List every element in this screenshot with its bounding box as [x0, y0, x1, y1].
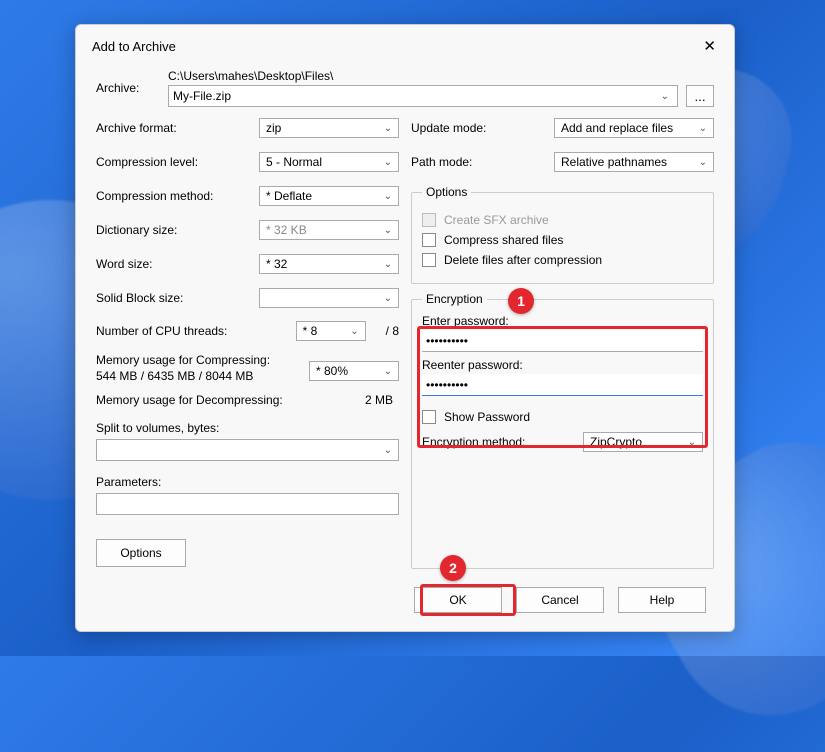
enter-password-input[interactable] — [422, 330, 703, 352]
enc-method-label: Encryption method: — [422, 435, 583, 449]
dict-label: Dictionary size: — [96, 223, 259, 237]
memc-values: 544 MB / 6435 MB / 8044 MB — [96, 369, 309, 383]
method-label: Compression method: — [96, 189, 259, 203]
memc-label: Memory usage for Compressing: — [96, 353, 309, 367]
sfx-checkbox — [422, 213, 436, 227]
show-password-row[interactable]: Show Password — [422, 410, 703, 424]
show-password-label: Show Password — [444, 410, 530, 424]
archive-path: C:\Users\mahes\Desktop\Files\ — [168, 69, 714, 83]
close-icon[interactable]: ✕ — [697, 35, 722, 57]
dialog-title: Add to Archive — [92, 39, 176, 54]
options-button[interactable]: Options — [96, 539, 186, 567]
chevron-down-icon[interactable]: ⌄ — [380, 366, 396, 377]
cpu-label: Number of CPU threads: — [96, 324, 296, 338]
delete-row[interactable]: Delete files after compression — [422, 253, 703, 267]
callout-2: 2 — [440, 555, 466, 581]
archive-label: Archive: — [96, 81, 156, 95]
chevron-down-icon[interactable]: ⌄ — [695, 123, 711, 134]
pathmode-select[interactable]: Relative pathnames⌄ — [554, 152, 714, 172]
cancel-button[interactable]: Cancel — [516, 587, 604, 613]
reenter-password-input[interactable] — [422, 374, 703, 396]
delete-checkbox[interactable] — [422, 253, 436, 267]
params-input[interactable] — [96, 493, 399, 515]
params-label: Parameters: — [96, 475, 399, 489]
archive-filename-combo[interactable]: ⌄ — [168, 85, 678, 107]
format-label: Archive format: — [96, 121, 259, 135]
split-select[interactable]: ⌄ — [96, 439, 399, 461]
block-label: Solid Block size: — [96, 291, 259, 305]
enter-password-label: Enter password: — [422, 314, 703, 328]
chevron-down-icon[interactable]: ⌄ — [380, 293, 396, 304]
level-select[interactable]: 5 - Normal⌄ — [259, 152, 399, 172]
pathmode-label: Path mode: — [411, 155, 554, 169]
sfx-row: Create SFX archive — [422, 213, 703, 227]
split-label: Split to volumes, bytes: — [96, 421, 399, 435]
options-legend: Options — [422, 185, 471, 199]
callout-1: 1 — [508, 288, 534, 314]
chevron-down-icon[interactable]: ⌄ — [380, 225, 396, 236]
memc-select[interactable]: * 80%⌄ — [309, 361, 399, 381]
archive-filename-input[interactable] — [173, 89, 657, 103]
chevron-down-icon[interactable]: ⌄ — [684, 437, 700, 448]
memd-label: Memory usage for Decompressing: — [96, 393, 365, 407]
chevron-down-icon[interactable]: ⌄ — [380, 259, 396, 270]
browse-button[interactable]: ... — [686, 85, 714, 107]
format-select[interactable]: zip⌄ — [259, 118, 399, 138]
shared-row[interactable]: Compress shared files — [422, 233, 703, 247]
chevron-down-icon[interactable]: ⌄ — [657, 91, 673, 102]
cpu-select[interactable]: * 8⌄ — [296, 321, 366, 341]
button-row: 2 OK Cancel Help — [96, 587, 714, 613]
options-group: Options Create SFX archive Compress shar… — [411, 185, 714, 284]
word-select[interactable]: * 32⌄ — [259, 254, 399, 274]
encryption-group: Encryption 1 Enter password: Reenter pas… — [411, 292, 714, 569]
chevron-down-icon[interactable]: ⌄ — [380, 445, 396, 456]
show-password-checkbox[interactable] — [422, 410, 436, 424]
chevron-down-icon[interactable]: ⌄ — [380, 191, 396, 202]
reenter-password-label: Reenter password: — [422, 358, 703, 372]
titlebar: Add to Archive ✕ — [88, 33, 722, 63]
cpu-total: / 8 — [386, 324, 399, 338]
update-select[interactable]: Add and replace files⌄ — [554, 118, 714, 138]
method-select[interactable]: * Deflate⌄ — [259, 186, 399, 206]
shared-checkbox[interactable] — [422, 233, 436, 247]
shared-label: Compress shared files — [444, 233, 563, 247]
chevron-down-icon[interactable]: ⌄ — [380, 157, 396, 168]
block-select[interactable]: ⌄ — [259, 288, 399, 308]
sfx-label: Create SFX archive — [444, 213, 549, 227]
chevron-down-icon[interactable]: ⌄ — [346, 326, 362, 337]
memd-value: 2 MB — [365, 393, 393, 407]
help-button[interactable]: Help — [618, 587, 706, 613]
dict-select[interactable]: * 32 KB⌄ — [259, 220, 399, 240]
update-label: Update mode: — [411, 121, 554, 135]
chevron-down-icon[interactable]: ⌄ — [380, 123, 396, 134]
delete-label: Delete files after compression — [444, 253, 602, 267]
enc-method-select[interactable]: ZipCrypto⌄ — [583, 432, 703, 452]
chevron-down-icon[interactable]: ⌄ — [695, 157, 711, 168]
level-label: Compression level: — [96, 155, 259, 169]
encryption-legend: Encryption — [422, 292, 487, 306]
ok-button[interactable]: OK — [414, 587, 502, 613]
add-to-archive-dialog: Add to Archive ✕ Archive: C:\Users\mahes… — [75, 24, 735, 632]
word-label: Word size: — [96, 257, 259, 271]
